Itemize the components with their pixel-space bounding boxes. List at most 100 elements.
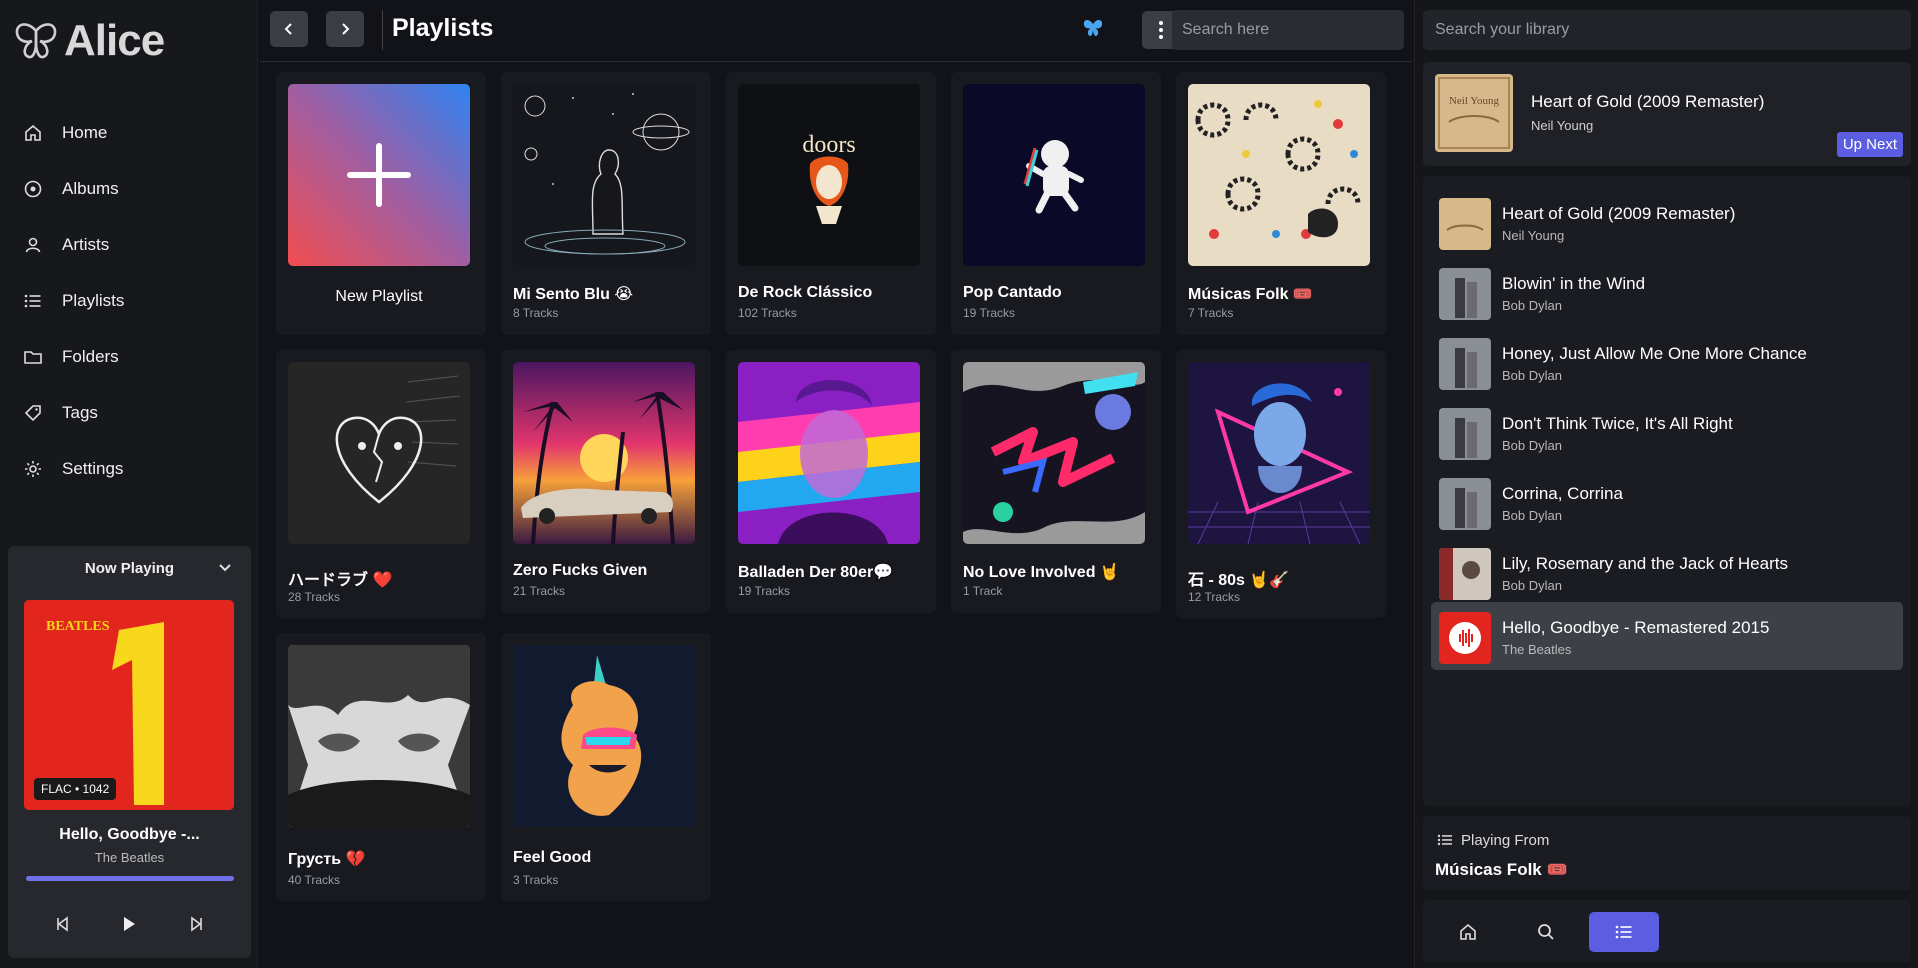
disc-icon (22, 178, 44, 200)
playlist-track-count: 12 Tracks (1188, 590, 1241, 604)
queue-item[interactable]: Blowin' in the Wind Bob Dylan (1431, 258, 1903, 326)
playback-progress-fill (26, 876, 234, 881)
forward-button[interactable] (326, 11, 364, 47)
list-icon (1615, 925, 1632, 939)
top-bar: Playlists (260, 0, 1412, 62)
playlist-track-count: 19 Tracks (963, 306, 1016, 320)
page-title: Playlists (392, 14, 494, 42)
playlist-card[interactable]: Músicas Folk 🎟️ 7 Tracks (1176, 72, 1386, 335)
svg-text:BEATLES: BEATLES (46, 619, 110, 634)
chevron-down-icon[interactable] (217, 560, 233, 581)
playlist-card[interactable]: Pop Cantado 19 Tracks (951, 72, 1161, 335)
queue-item[interactable]: Lily, Rosemary and the Jack of Hearts Bo… (1431, 538, 1903, 606)
playlist-name: No Love Involved 🤘 (963, 564, 1120, 581)
previous-track-icon[interactable] (46, 908, 78, 940)
playlist-track-count: 1 Track (963, 584, 1003, 598)
sidebar-nav: Home Albums Artists Playlists Folders Ta… (0, 105, 258, 497)
track-title: Lily, Rosemary and the Jack of Hearts (1502, 554, 1788, 573)
tag-icon (22, 402, 44, 424)
play-icon[interactable] (113, 908, 145, 940)
playing-from-card[interactable]: Playing From Músicas Folk 🎟️ (1423, 816, 1911, 890)
playlist-card[interactable]: Feel Good 3 Tracks (501, 633, 711, 901)
track-title: Blowin' in the Wind (1502, 274, 1646, 293)
library-search-input[interactable] (1423, 10, 1911, 50)
sidebar-item-playlists[interactable]: Playlists (0, 273, 258, 329)
playlist-track-count: 19 Tracks (738, 584, 791, 598)
up-next-album-art: Neil Young (1435, 74, 1513, 152)
track-title: Hello, Goodbye - Remastered 2015 (1502, 618, 1770, 637)
app-logo[interactable]: Alice (14, 16, 165, 66)
playlist-card[interactable]: doors De Rock Clássico 102 Tracks (726, 72, 936, 335)
playlist-name: Mi Sento Blu 😭 (513, 286, 634, 303)
playback-progress-bar[interactable] (26, 876, 234, 881)
sidebar-item-label: Albums (62, 179, 119, 198)
sidebar-item-tags[interactable]: Tags (0, 385, 258, 441)
tab-home[interactable] (1433, 912, 1503, 952)
playlist-name: Feel Good (513, 849, 592, 866)
playlist-name: Zero Fucks Given (513, 562, 648, 579)
butterfly-icon[interactable] (1082, 18, 1104, 43)
sidebar-item-folders[interactable]: Folders (0, 329, 258, 385)
playlist-card[interactable]: ハードラブ ❤️ 28 Tracks (276, 350, 486, 618)
sidebar-item-home[interactable]: Home (0, 105, 258, 161)
main-content: Playlists New Playlist (260, 0, 1412, 968)
folder-icon (22, 346, 44, 368)
up-next-title: Heart of Gold (2009 Remaster) (1531, 92, 1765, 111)
playlist-card[interactable]: Zero Fucks Given 21 Tracks (501, 350, 711, 613)
playlist-card[interactable]: Грусть 💔 40 Tracks (276, 633, 486, 901)
plus-icon (347, 143, 411, 207)
playlist-card[interactable]: Mi Sento Blu 😭 8 Tracks (501, 72, 711, 335)
sidebar-item-label: Home (62, 123, 108, 142)
queue-item[interactable]: Don't Think Twice, It's All Right Bob Dy… (1431, 398, 1903, 466)
playlist-grid: New Playlist Mi Sento Blu 😭 8 Tracks doo… (276, 72, 1386, 901)
playlist-track-count: 3 Tracks (513, 873, 559, 887)
now-playing-artist[interactable]: The Beatles (8, 850, 251, 865)
track-artist: Bob Dylan (1502, 368, 1562, 383)
back-button[interactable] (270, 11, 308, 47)
playlist-track-count: 8 Tracks (513, 306, 559, 320)
home-icon (22, 122, 44, 144)
track-album-art (1439, 612, 1491, 664)
playlist-art (288, 645, 470, 827)
playlist-name: Músicas Folk 🎟️ (1188, 286, 1313, 303)
track-title: Honey, Just Allow Me One More Chance (1502, 344, 1807, 363)
left-sidebar: Alice Home Albums Artists Playlists Fold… (0, 0, 258, 968)
track-album-art (1439, 548, 1491, 600)
playlist-card[interactable]: Balladen Der 80er💬 19 Tracks (726, 350, 936, 613)
queue-item-active[interactable]: Hello, Goodbye - Remastered 2015 The Bea… (1431, 602, 1903, 670)
list-icon (22, 290, 44, 312)
queue-item[interactable]: Corrina, Corrina Bob Dylan (1431, 468, 1903, 536)
home-icon (1460, 923, 1476, 940)
new-playlist-card[interactable]: New Playlist (276, 72, 486, 335)
right-panel-tabs (1423, 900, 1911, 962)
queue-item[interactable]: Heart of Gold (2009 Remaster) Neil Young (1431, 188, 1903, 256)
track-album-art (1439, 198, 1491, 250)
sidebar-item-albums[interactable]: Albums (0, 161, 258, 217)
queue-item[interactable]: Honey, Just Allow Me One More Chance Bob… (1431, 328, 1903, 396)
tab-search[interactable] (1511, 912, 1581, 952)
next-track-icon[interactable] (181, 908, 213, 940)
search-input[interactable] (1172, 10, 1404, 50)
track-album-art (1439, 268, 1491, 320)
user-icon (22, 234, 44, 256)
track-album-art (1439, 478, 1491, 530)
playlist-art (288, 362, 470, 544)
up-next-button[interactable]: Up Next (1836, 132, 1903, 157)
sidebar-item-settings[interactable]: Settings (0, 441, 258, 497)
playlist-art (1188, 362, 1370, 544)
svg-text:doors: doors (802, 132, 855, 158)
chevron-left-icon (284, 23, 292, 35)
playlist-card[interactable]: 石 - 80s 🤘🎸 12 Tracks (1176, 350, 1386, 618)
playlist-name: ハードラブ ❤️ (288, 572, 393, 589)
sidebar-item-artists[interactable]: Artists (0, 217, 258, 273)
sidebar-item-label: Settings (62, 459, 124, 478)
sidebar-item-label: Playlists (62, 291, 125, 310)
playlist-card[interactable]: No Love Involved 🤘 1 Track (951, 350, 1161, 613)
now-playing-album-art[interactable]: BEATLES FLAC • 1042 (24, 600, 234, 810)
list-icon (1437, 832, 1453, 853)
audio-quality-badge: FLAC • 1042 (34, 778, 117, 800)
track-title: Heart of Gold (2009 Remaster) (1502, 204, 1736, 223)
app-name: Alice (64, 16, 165, 65)
tab-queue[interactable] (1589, 912, 1659, 952)
up-next-card[interactable]: Neil Young Heart of Gold (2009 Remaster)… (1423, 62, 1911, 166)
